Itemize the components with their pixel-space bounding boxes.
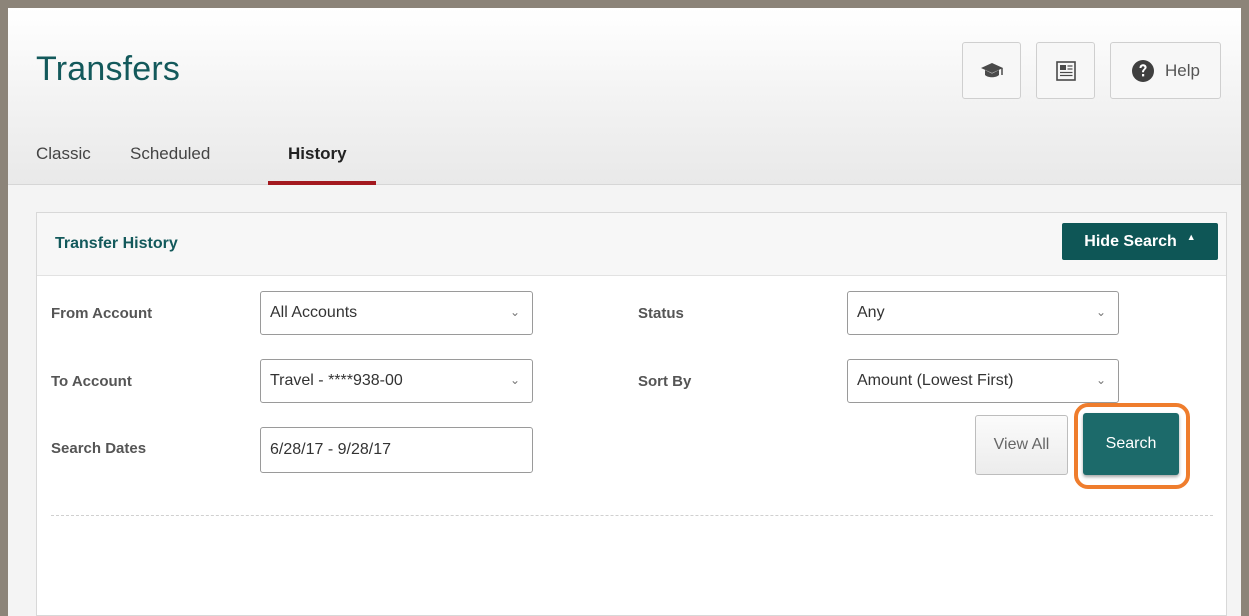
hide-search-label: Hide Search	[1084, 232, 1177, 250]
search-button[interactable]: Search	[1083, 413, 1179, 475]
search-dates-value: 6/28/17 - 9/28/17	[270, 441, 391, 458]
tab-scheduled[interactable]: Scheduled	[130, 144, 210, 164]
graduation-cap-icon	[980, 61, 1004, 81]
transfer-history-panel: Transfer History Hide Search ▲ From Acco…	[36, 212, 1227, 616]
status-label: Status	[638, 305, 684, 322]
question-circle-icon	[1131, 59, 1155, 83]
chevron-down-icon: ⌄	[1095, 305, 1106, 319]
chevron-down-icon: ⌄	[1095, 373, 1106, 387]
search-dates-label: Search Dates	[51, 440, 147, 457]
from-account-label: From Account	[51, 305, 153, 322]
from-account-select[interactable]: All Accounts ⌄	[260, 291, 533, 335]
status-select[interactable]: Any ⌄	[847, 291, 1119, 335]
status-value: Any	[857, 304, 885, 321]
to-account-select[interactable]: Travel - ****938-00 ⌄	[260, 359, 533, 403]
to-account-label: To Account	[51, 373, 132, 390]
app-window: Transfers Help Classic Scheduled History…	[8, 8, 1241, 616]
newspaper-icon	[1055, 60, 1077, 81]
hide-search-button[interactable]: Hide Search ▲	[1062, 223, 1218, 260]
sort-by-select[interactable]: Amount (Lowest First) ⌄	[847, 359, 1119, 403]
statement-button[interactable]	[1036, 42, 1095, 99]
view-all-button[interactable]: View All	[975, 415, 1068, 475]
sort-by-value: Amount (Lowest First)	[857, 372, 1014, 389]
page-header: Transfers Help Classic Scheduled History	[8, 8, 1241, 185]
to-account-value: Travel - ****938-00	[270, 372, 403, 389]
chevron-down-icon: ⌄	[509, 305, 520, 319]
chevron-down-icon: ⌄	[509, 373, 520, 387]
help-label: Help	[1165, 60, 1200, 80]
search-dates-input[interactable]: 6/28/17 - 9/28/17	[260, 427, 533, 473]
tab-classic[interactable]: Classic	[36, 144, 91, 164]
page-title: Transfers	[36, 50, 181, 88]
sort-by-label: Sort By	[638, 373, 692, 390]
panel-header: Transfer History Hide Search ▲	[37, 213, 1226, 276]
education-button[interactable]	[962, 42, 1021, 99]
from-account-value: All Accounts	[270, 304, 358, 321]
help-button[interactable]: Help	[1110, 42, 1221, 99]
tab-history[interactable]: History	[288, 144, 347, 164]
caret-up-icon: ▲	[1186, 231, 1196, 242]
panel-title: Transfer History	[55, 235, 178, 252]
active-tab-indicator	[268, 181, 376, 185]
divider	[51, 515, 1213, 516]
